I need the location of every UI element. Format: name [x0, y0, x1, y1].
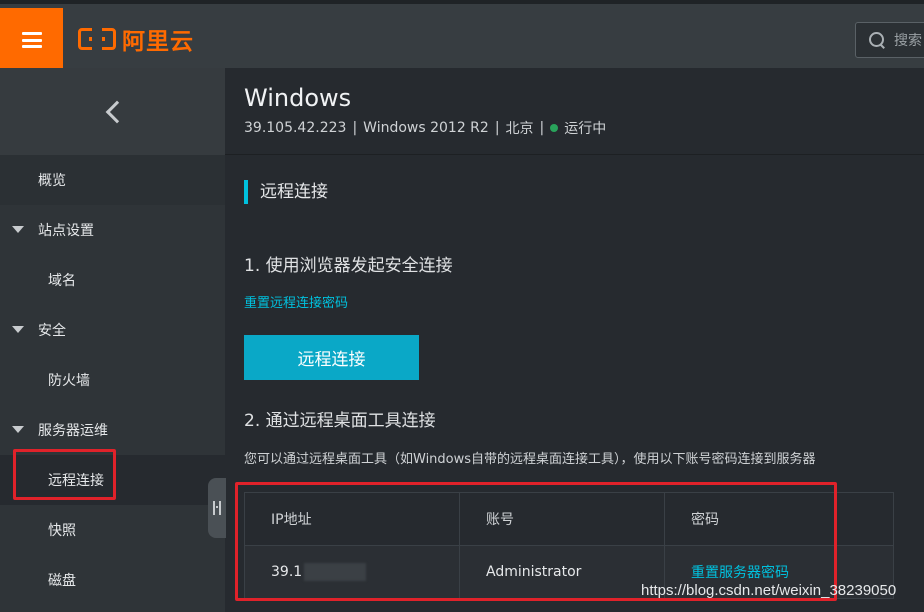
- sidebar-group-security[interactable]: 安全: [0, 305, 225, 355]
- table-header-row: IP地址 账号 密码: [244, 492, 894, 546]
- main-content: Windows 39.105.42.223 | Windows 2012 R2 …: [225, 68, 924, 612]
- sidebar-item-label: 远程连接: [48, 473, 104, 489]
- caret-down-icon: [12, 326, 24, 333]
- sidebar-item-label: 站点设置: [38, 223, 94, 239]
- column-header-account: 账号: [459, 492, 665, 546]
- sidebar-group-server-ops[interactable]: 服务器运维: [0, 405, 225, 455]
- cell-ip: 39.1: [244, 545, 460, 599]
- meta-separator: |: [494, 120, 500, 136]
- sidebar-item-label: 防火墙: [48, 373, 90, 389]
- collapse-icon: [213, 501, 221, 515]
- sidebar-item-domain[interactable]: 域名: [0, 255, 225, 305]
- sidebar-item-remote-connection[interactable]: 远程连接: [0, 455, 225, 505]
- chevron-left-icon: [105, 100, 128, 123]
- ip-value: 39.1: [271, 564, 303, 580]
- meta-separator: |: [352, 120, 358, 136]
- status-dot-icon: [550, 124, 559, 132]
- meta-separator: |: [539, 120, 545, 136]
- column-header-ip: IP地址: [244, 492, 460, 546]
- reset-remote-password-link[interactable]: 重置远程连接密码: [244, 292, 348, 311]
- instance-region: 北京: [505, 121, 534, 137]
- search-icon: [868, 31, 886, 49]
- hamburger-menu-button[interactable]: [0, 8, 63, 72]
- sidebar-item-label: 快照: [48, 523, 76, 539]
- instance-os: Windows 2012 R2: [363, 120, 489, 136]
- instance-ip: 39.105.42.223: [244, 120, 347, 136]
- watermark: https://blog.csdn.net/weixin_38239050: [641, 582, 897, 599]
- sidebar-item-firewall[interactable]: 防火墙: [0, 355, 225, 405]
- sidebar-item-disk[interactable]: 磁盘: [0, 555, 225, 605]
- sidebar-nav: 概览 站点设置 域名 安全 防火墙 服务器运维 远程连接 快照 磁盘: [0, 155, 225, 605]
- search-input[interactable]: 搜索: [855, 22, 924, 58]
- sidebar-item-label: 磁盘: [48, 573, 76, 589]
- sidebar: 概览 站点设置 域名 安全 防火墙 服务器运维 远程连接 快照 磁盘: [0, 68, 225, 612]
- status-badge: 运行中: [564, 121, 607, 137]
- sidebar-item-snapshot[interactable]: 快照: [0, 505, 225, 555]
- sidebar-item-label: 域名: [48, 273, 76, 289]
- search-placeholder: 搜索: [894, 33, 922, 49]
- step2-heading: 2. 通过远程桌面工具连接: [244, 411, 436, 431]
- instance-meta: 39.105.42.223 | Windows 2012 R2 | 北京 | 运…: [244, 118, 606, 138]
- sidebar-item-overview[interactable]: 概览: [0, 155, 225, 205]
- step2-description: 您可以通过远程桌面工具（如Windows自带的远程桌面连接工具），使用以下账号密…: [244, 452, 816, 467]
- back-button[interactable]: [0, 68, 225, 155]
- caret-down-icon: [12, 426, 24, 433]
- remote-connect-button[interactable]: 远程连接: [244, 335, 419, 380]
- instance-header: Windows 39.105.42.223 | Windows 2012 R2 …: [225, 68, 924, 155]
- masked-ip-region: [304, 563, 367, 581]
- sidebar-item-label: 服务器运维: [38, 423, 108, 439]
- caret-down-icon: [12, 226, 24, 233]
- sidebar-item-label: 安全: [38, 323, 66, 339]
- aliyun-logo-icon: [78, 26, 116, 54]
- step1-heading: 1. 使用浏览器发起安全连接: [244, 256, 453, 276]
- brand-name: 阿里云: [122, 29, 194, 55]
- section-title: 远程连接: [244, 180, 328, 204]
- column-header-password: 密码: [664, 492, 894, 546]
- cell-account: Administrator: [459, 545, 665, 599]
- page-title: Windows: [244, 84, 352, 112]
- sidebar-group-site-settings[interactable]: 站点设置: [0, 205, 225, 255]
- sidebar-collapse-toggle[interactable]: [208, 478, 226, 538]
- sidebar-item-label: 概览: [38, 173, 66, 189]
- menu-icon: [21, 32, 42, 48]
- aliyun-logo[interactable]: 阿里云: [78, 24, 194, 55]
- top-bar: 阿里云 搜索: [0, 0, 924, 72]
